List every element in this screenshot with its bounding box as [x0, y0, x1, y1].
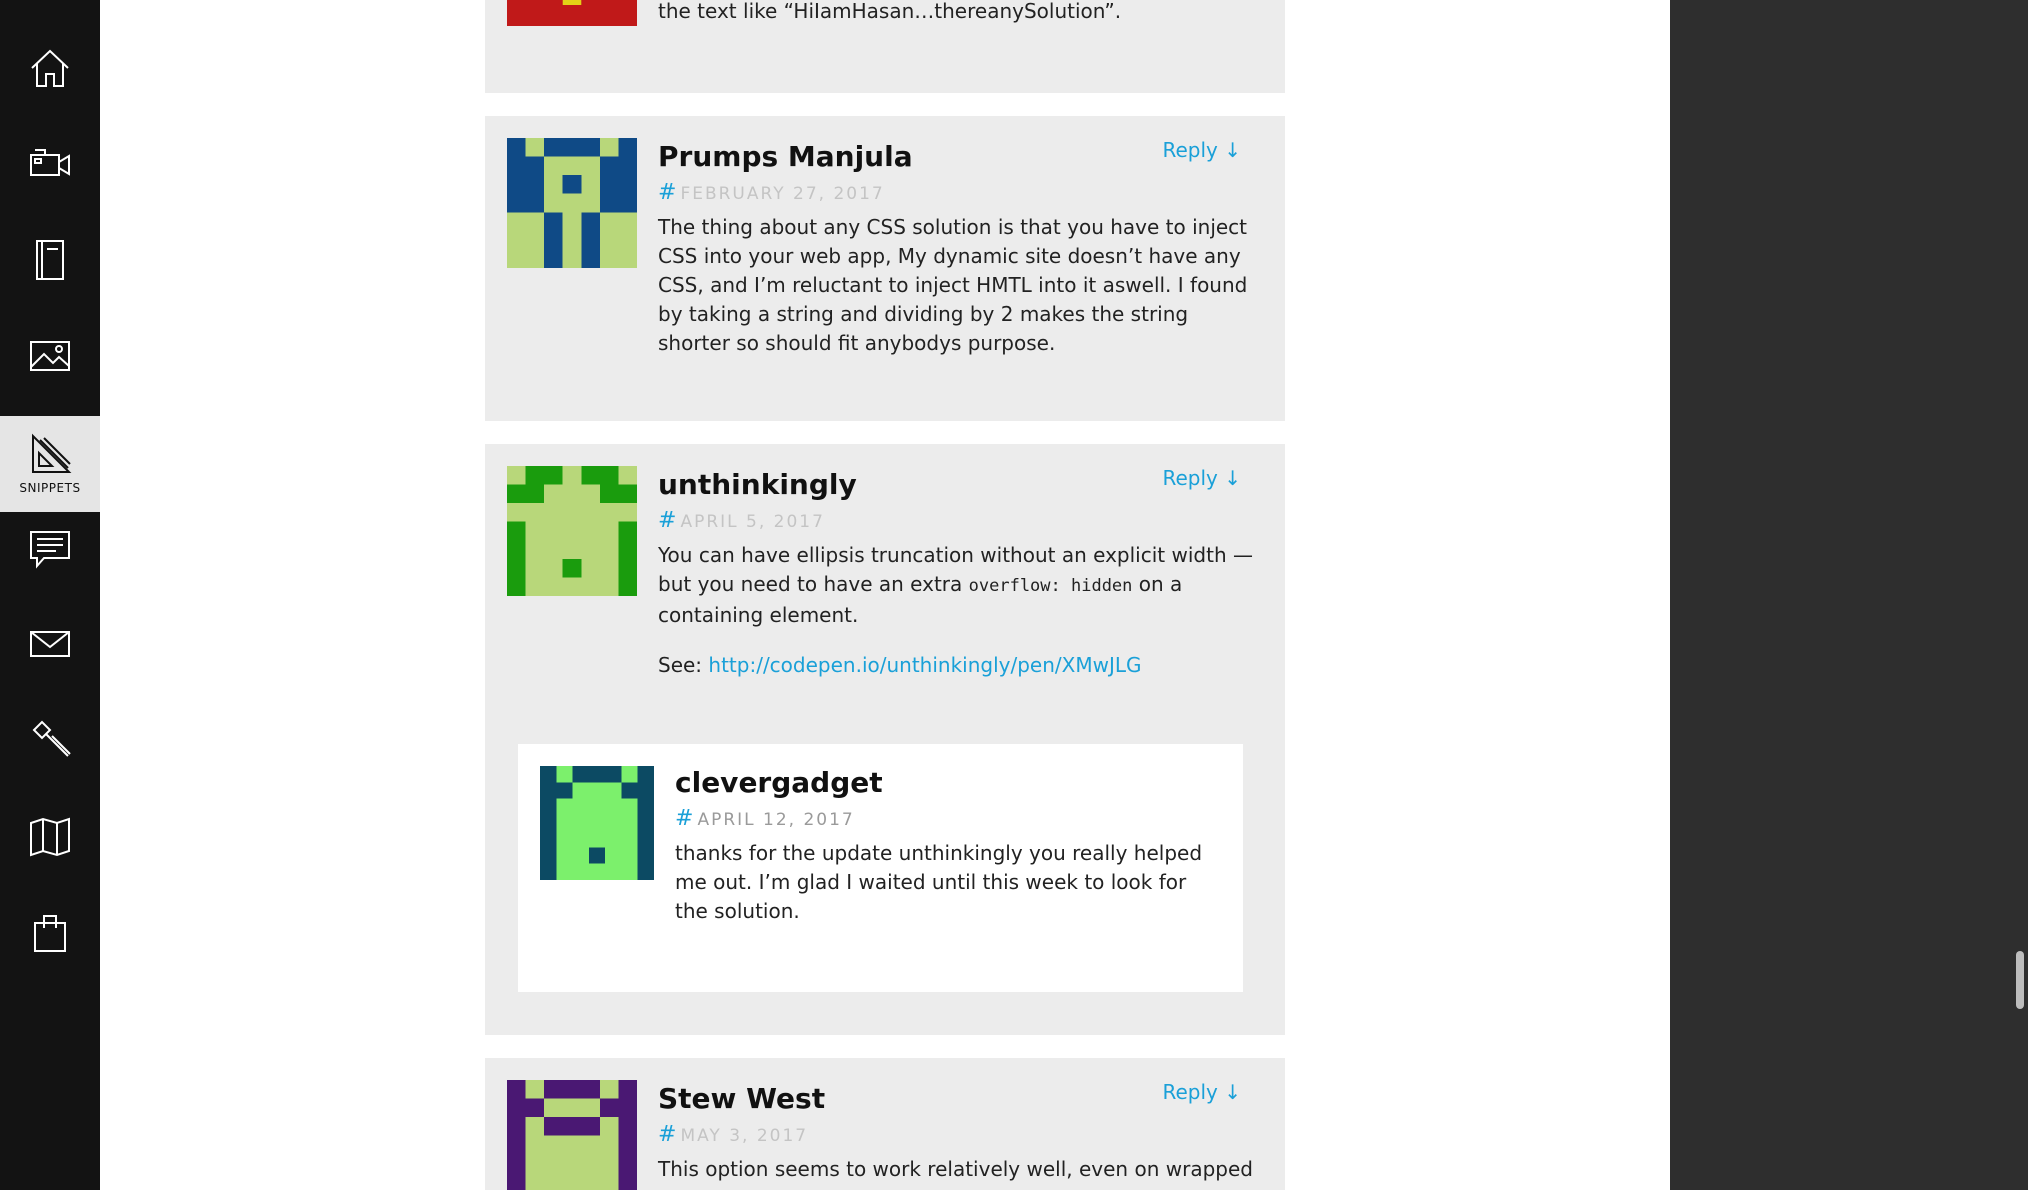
codepen-link[interactable]: http://codepen.io/unthinkingly/pen/XMwJL… — [708, 653, 1141, 677]
nav-snippets-label: SNIPPETS — [19, 481, 81, 495]
comment-body: thanks for the update unthinkingly you r… — [675, 841, 1203, 923]
date-text: MAY 3, 2017 — [680, 1126, 809, 1146]
see-label: See: — [658, 653, 709, 677]
comment-author[interactable]: Prumps Manjula — [658, 140, 913, 173]
avatar — [507, 138, 637, 268]
comment-date[interactable]: # APRIL 12, 2017 — [675, 806, 855, 831]
reply-link[interactable]: Reply ↓ — [1162, 138, 1241, 162]
permalink-hash[interactable]: # — [658, 180, 676, 205]
comment-date[interactable]: # FEBRUARY 27, 2017 — [658, 180, 885, 205]
comment-paragraph: You can have ellipsis truncation without… — [658, 541, 1258, 630]
reply-link[interactable]: Reply ↓ — [1162, 466, 1241, 490]
permalink-hash[interactable]: # — [675, 806, 693, 831]
avatar-identicon — [507, 0, 637, 26]
avatar — [507, 1080, 637, 1190]
home-icon — [31, 49, 69, 87]
nav-tools[interactable] — [0, 692, 100, 788]
comment-body: The thing about any CSS solution is that… — [658, 215, 1248, 355]
comment-body: You can have ellipsis truncation without… — [658, 541, 1258, 680]
nav-home[interactable] — [0, 20, 100, 116]
comment-unthinkingly: unthinkingly # APRIL 5, 2017 Reply ↓ You … — [485, 444, 1285, 1035]
shopping-bag-icon — [34, 915, 66, 952]
image-icon — [30, 341, 70, 371]
avatar — [507, 0, 637, 26]
snippets-icon — [32, 433, 72, 473]
comment-partial: the text like “HiIamHasan…thereanySoluti… — [485, 0, 1285, 93]
comment-date[interactable]: # APRIL 5, 2017 — [658, 508, 825, 533]
avatar-identicon — [507, 466, 637, 596]
nav-notebook[interactable] — [0, 212, 100, 308]
comment-body: the text like “HiIamHasan…thereanySoluti… — [658, 0, 1122, 23]
comment-paragraph: See: http://codepen.io/unthinkingly/pen/… — [658, 651, 1258, 680]
map-icon — [30, 817, 70, 857]
hammer-icon — [32, 720, 71, 757]
comment-author[interactable]: unthinkingly — [658, 468, 857, 501]
forum-icon — [30, 531, 70, 569]
comment-clevergadget: clevergadget # APRIL 12, 2017 thanks for … — [518, 744, 1243, 992]
mail-icon — [30, 631, 70, 657]
nav-mail[interactable] — [0, 596, 100, 692]
avatar-identicon — [540, 766, 654, 880]
date-text: APRIL 5, 2017 — [680, 512, 825, 532]
notebook-icon — [36, 240, 64, 280]
date-text: APRIL 12, 2017 — [697, 810, 855, 830]
comment-author[interactable]: clevergadget — [675, 766, 883, 799]
nav-snippets[interactable]: SNIPPETS — [0, 416, 100, 512]
nav-shop[interactable] — [0, 884, 100, 980]
nav-map[interactable] — [0, 788, 100, 884]
avatar-identicon — [507, 138, 637, 268]
video-camera-icon — [30, 149, 70, 176]
comment-prumps-manjula: Prumps Manjula # FEBRUARY 27, 2017 Reply … — [485, 116, 1285, 421]
nav-images[interactable] — [0, 308, 100, 404]
comment-body: This option seems to work relatively wel… — [658, 1157, 1253, 1181]
reply-link[interactable]: Reply ↓ — [1162, 1080, 1241, 1104]
avatar — [507, 466, 637, 596]
page-gutter — [1670, 0, 2028, 1190]
avatar — [540, 766, 654, 880]
comment-stew-west: Stew West # MAY 3, 2017 Reply ↓ This opti… — [485, 1058, 1285, 1190]
date-text: FEBRUARY 27, 2017 — [680, 184, 885, 204]
permalink-hash[interactable]: # — [658, 508, 676, 533]
scrollbar-thumb[interactable] — [2016, 951, 2024, 1009]
comment-date[interactable]: # MAY 3, 2017 — [658, 1122, 808, 1147]
permalink-hash[interactable]: # — [658, 1122, 676, 1147]
comment-author[interactable]: Stew West — [658, 1082, 825, 1115]
nav-forum[interactable] — [0, 500, 100, 596]
nav-video[interactable] — [0, 116, 100, 212]
inline-code: overflow: hidden — [968, 576, 1133, 596]
sidebar-nav: SNIPPETS — [0, 0, 100, 1190]
avatar-identicon — [507, 1080, 637, 1190]
